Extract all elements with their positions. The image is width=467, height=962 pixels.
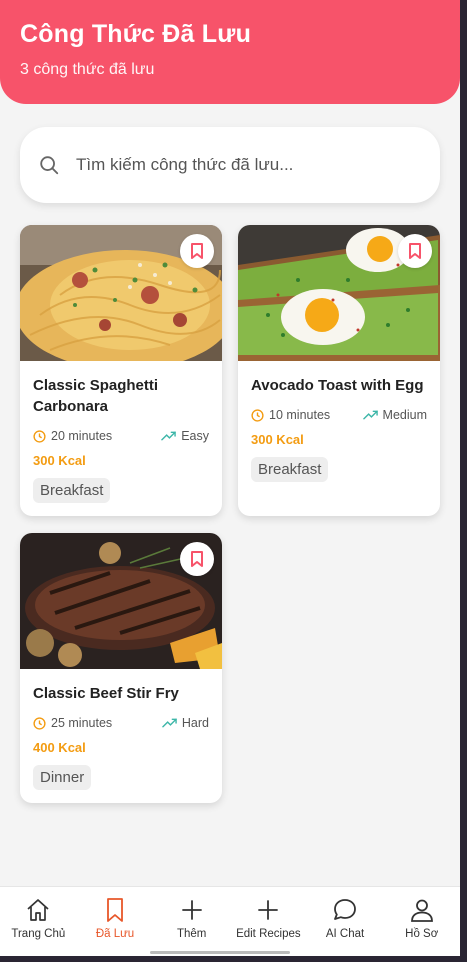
bookmark-button[interactable] [180, 542, 214, 576]
app-screen: Công Thức Đã Lưu 3 công thức đã lưu Tìm … [0, 0, 460, 956]
nav-item-profile[interactable]: Hồ Sơ [383, 887, 460, 956]
bookmark-icon [107, 898, 123, 922]
page-title: Công Thức Đã Lưu [20, 20, 252, 48]
saved-count: 3 công thức đã lưu [20, 61, 155, 78]
plus-icon [181, 900, 202, 920]
page-header: Công Thức Đã Lưu 3 công thức đã lưu [0, 0, 460, 104]
home-icon [27, 899, 49, 921]
search-input[interactable] [76, 155, 416, 175]
recipe-image [20, 225, 222, 361]
nav-label: Trang Chủ [11, 928, 66, 940]
bookmark-button[interactable] [180, 234, 214, 268]
bookmark-icon [409, 243, 421, 259]
recipe-title: Avocado Toast with Egg [251, 377, 424, 394]
recipe-card[interactable]: Classic Spaghetti Carbonara 20 minutes E… [20, 225, 222, 516]
chat-icon [334, 899, 356, 920]
bookmark-button[interactable] [398, 234, 432, 268]
home-indicator [150, 951, 290, 954]
trending-up-icon [162, 718, 177, 727]
plus-icon [258, 900, 279, 920]
recipe-category-tag: Dinner [33, 765, 92, 790]
recipe-image [238, 225, 440, 361]
search-icon [40, 156, 59, 175]
clock-icon [251, 408, 264, 422]
clock-icon [33, 429, 46, 443]
nav-item-saved[interactable]: Đã Lưu [77, 887, 154, 956]
recipe-calories: 400 Kcal [33, 740, 86, 755]
recipe-difficulty: Hard [162, 716, 209, 730]
nav-item-edit-recipes[interactable]: Edit Recipes [230, 887, 307, 956]
recipe-difficulty: Easy [161, 429, 209, 443]
bookmark-icon [191, 551, 203, 567]
recipe-time: 25 minutes [33, 716, 112, 730]
recipe-image [20, 533, 222, 669]
recipe-card[interactable]: Classic Beef Stir Fry 25 minutes Hard 40… [20, 533, 222, 803]
nav-item-ai-chat[interactable]: AI Chat [307, 887, 384, 956]
recipe-title: Classic Beef Stir Fry [33, 685, 179, 702]
bottom-navigation: Trang Chủ Đã Lưu Thêm Edit Recipes AI Ch… [0, 886, 460, 956]
nav-label: Hồ Sơ [405, 928, 439, 940]
nav-label: Edit Recipes [236, 928, 301, 940]
trending-up-icon [161, 431, 176, 440]
trending-up-icon [362, 410, 378, 419]
recipe-card[interactable]: Avocado Toast with Egg 10 minutes Medium… [238, 225, 440, 516]
clock-icon [33, 716, 46, 730]
bookmark-icon [191, 243, 203, 259]
nav-item-add[interactable]: Thêm [153, 887, 230, 956]
recipe-calories: 300 Kcal [251, 432, 304, 447]
user-icon [410, 899, 433, 922]
nav-item-home[interactable]: Trang Chủ [0, 887, 77, 956]
recipe-category-tag: Breakfast [33, 478, 111, 503]
recipe-time: 10 minutes [251, 408, 330, 422]
recipe-calories: 300 Kcal [33, 453, 86, 468]
recipe-difficulty: Medium [362, 408, 427, 422]
recipe-category-tag: Breakfast [251, 457, 329, 482]
nav-label: AI Chat [325, 928, 365, 940]
recipe-title: Classic Spaghetti Carbonara [33, 377, 159, 415]
nav-label: Thêm [176, 928, 207, 940]
nav-label: Đã Lưu [95, 928, 135, 940]
search-bar[interactable] [20, 127, 440, 203]
recipe-time: 20 minutes [33, 429, 112, 443]
